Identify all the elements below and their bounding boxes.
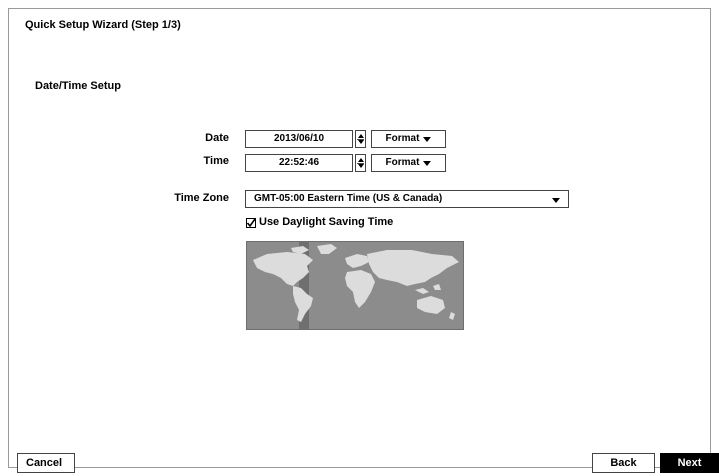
wizard-frame bbox=[8, 8, 711, 468]
world-map-icon bbox=[246, 241, 464, 330]
time-label: Time bbox=[203, 155, 229, 167]
chevron-down-icon bbox=[423, 137, 432, 142]
time-spinner[interactable] bbox=[355, 154, 366, 172]
chevron-down-icon bbox=[552, 198, 560, 203]
date-spinner[interactable] bbox=[355, 130, 366, 148]
date-format-label: Format bbox=[385, 133, 420, 144]
time-format-label: Format bbox=[385, 157, 420, 168]
spinner-down-icon[interactable] bbox=[358, 164, 364, 168]
checkmark-icon bbox=[246, 218, 256, 228]
date-field[interactable]: 2013/06/10 bbox=[245, 130, 353, 148]
chevron-down-icon bbox=[423, 161, 432, 166]
dst-label: Use Daylight Saving Time bbox=[259, 216, 394, 228]
timezone-label: Time Zone bbox=[174, 192, 229, 204]
date-format-button[interactable]: Format bbox=[371, 130, 446, 148]
section-title: Date/Time Setup bbox=[35, 80, 121, 92]
back-button[interactable]: Back bbox=[592, 453, 655, 473]
spinner-up-icon[interactable] bbox=[358, 158, 364, 162]
date-label: Date bbox=[205, 132, 229, 144]
cancel-button[interactable]: Cancel bbox=[17, 453, 75, 473]
spinner-down-icon[interactable] bbox=[358, 140, 364, 144]
dst-checkbox[interactable] bbox=[246, 218, 256, 228]
time-field[interactable]: 22:52:46 bbox=[245, 154, 353, 172]
timezone-select[interactable]: GMT-05:00 Eastern Time (US & Canada) bbox=[245, 190, 569, 208]
spinner-up-icon[interactable] bbox=[358, 134, 364, 138]
time-format-button[interactable]: Format bbox=[371, 154, 446, 172]
window-title: Quick Setup Wizard (Step 1/3) bbox=[25, 19, 181, 31]
next-button[interactable]: Next bbox=[660, 453, 719, 473]
timezone-value: GMT-05:00 Eastern Time (US & Canada) bbox=[254, 193, 443, 204]
